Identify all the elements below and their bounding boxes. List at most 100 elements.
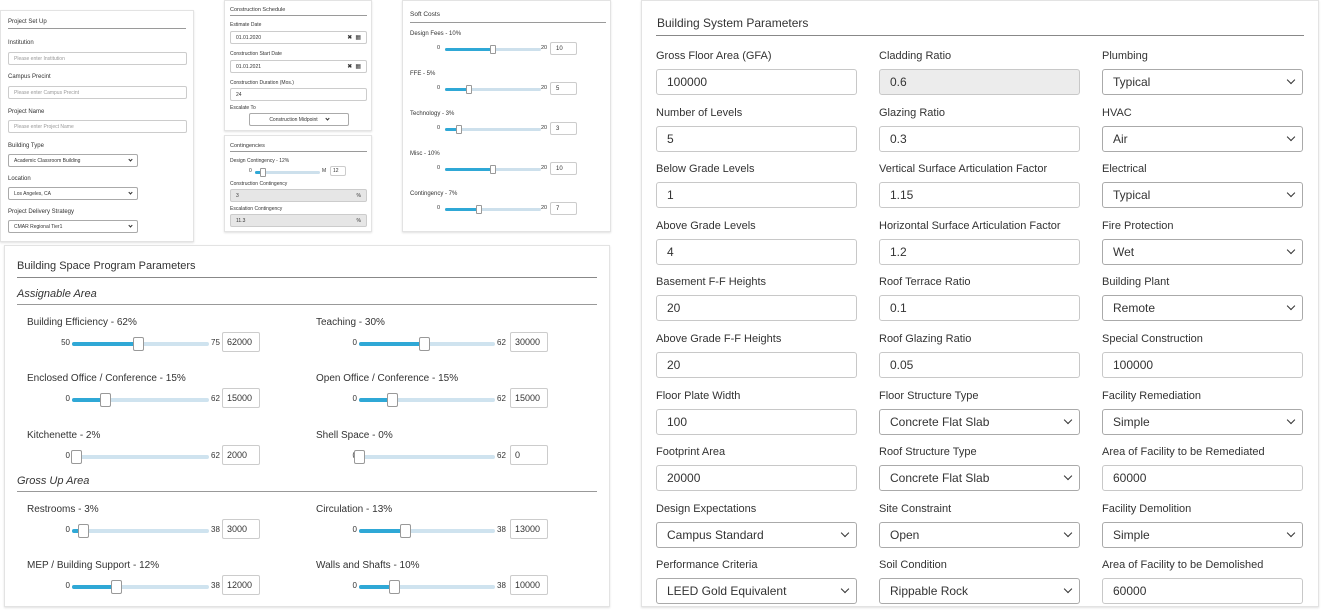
space-slider-input[interactable]: 15000 <box>222 388 260 408</box>
soft-cost-slider[interactable] <box>445 85 541 94</box>
space-slider-track[interactable] <box>359 524 495 538</box>
system-select[interactable]: Concrete Flat Slab <box>879 465 1080 492</box>
space-slider-max: 38 <box>211 581 220 590</box>
slider-thumb[interactable] <box>490 45 496 54</box>
slider-thumb[interactable] <box>386 393 398 407</box>
clear-icon[interactable]: ✖ <box>347 34 352 41</box>
system-select[interactable]: Wet <box>1102 238 1303 265</box>
system-input[interactable]: 1.15 <box>879 182 1080 209</box>
slider-thumb[interactable] <box>475 205 482 214</box>
institution-input[interactable] <box>8 52 187 65</box>
system-select[interactable]: Simple <box>1102 521 1303 548</box>
escalate-select[interactable]: Construction Midpoint <box>249 113 349 126</box>
system-input-value: 1.15 <box>890 188 914 203</box>
soft-cost-max: 20 <box>541 85 548 91</box>
escalation-contingency-field[interactable]: 11.3% <box>230 214 367 227</box>
duration-input[interactable]: 24 <box>230 88 367 101</box>
space-slider-track[interactable] <box>71 450 209 464</box>
system-select[interactable]: LEED Gold Equivalent <box>656 578 857 605</box>
soft-cost-input[interactable]: 5 <box>550 82 577 95</box>
system-input[interactable]: 20000 <box>656 465 857 492</box>
slider-thumb[interactable] <box>77 524 89 538</box>
space-slider-input[interactable]: 62000 <box>222 332 260 352</box>
system-input[interactable]: 100 <box>656 408 857 435</box>
calendar-icon[interactable]: ▦ <box>355 34 361 41</box>
space-slider-label: MEP / Building Support - 12% <box>27 560 160 571</box>
design-contingency-input[interactable]: 12 <box>330 166 346 176</box>
space-slider-track[interactable] <box>72 337 209 351</box>
system-select[interactable]: Open <box>879 521 1080 548</box>
slider-thumb[interactable] <box>456 125 463 134</box>
calendar-icon[interactable]: ▦ <box>355 63 361 70</box>
building-type-select[interactable]: Academic Classroom Building <box>8 154 138 167</box>
system-select[interactable]: Simple <box>1102 408 1303 435</box>
slider-thumb[interactable] <box>354 450 365 464</box>
system-input[interactable]: 60000 <box>1102 578 1303 605</box>
system-input[interactable]: 5 <box>656 125 857 152</box>
system-select[interactable]: Air <box>1102 125 1303 152</box>
slider-thumb[interactable] <box>99 393 111 407</box>
space-slider-input[interactable]: 12000 <box>222 575 260 595</box>
system-input[interactable]: 100000 <box>1102 352 1303 378</box>
system-readonly-field[interactable]: 0.6 <box>879 69 1080 95</box>
system-select[interactable]: Concrete Flat Slab <box>879 408 1080 435</box>
design-contingency-slider[interactable] <box>255 168 320 177</box>
soft-cost-slider[interactable] <box>445 125 541 134</box>
space-slider-input[interactable]: 15000 <box>510 388 548 408</box>
system-select[interactable]: Remote <box>1102 295 1303 322</box>
estimate-date-field[interactable]: 01.01.2020 ✖ ▦ <box>230 31 367 44</box>
space-slider-input[interactable]: 30000 <box>510 332 548 352</box>
system-input[interactable]: 20 <box>656 352 857 378</box>
slider-thumb[interactable] <box>490 165 496 174</box>
slider-thumb[interactable] <box>110 580 122 594</box>
slider-thumb[interactable] <box>389 580 401 594</box>
slider-thumb[interactable] <box>466 85 472 94</box>
system-input[interactable]: 1 <box>656 182 857 209</box>
system-input[interactable]: 100000 <box>656 69 857 95</box>
space-slider-track[interactable] <box>359 393 495 407</box>
slider-thumb[interactable] <box>132 337 144 351</box>
system-select[interactable]: Campus Standard <box>656 521 857 548</box>
slider-thumb[interactable] <box>400 524 412 538</box>
soft-cost-input[interactable]: 3 <box>550 122 577 135</box>
system-input[interactable]: 0.3 <box>879 125 1080 152</box>
system-field-label: Footprint Area <box>656 446 726 459</box>
system-select[interactable]: Typical <box>1102 69 1303 95</box>
soft-cost-label: Technology - 3% <box>410 111 455 117</box>
soft-cost-slider[interactable] <box>445 45 541 54</box>
system-input[interactable]: 0.1 <box>879 295 1080 322</box>
delivery-select[interactable]: CMAR Regional Tier1 <box>8 220 138 233</box>
campus-input[interactable] <box>8 86 187 99</box>
system-select[interactable]: Rippable Rock <box>879 578 1080 605</box>
space-slider-input[interactable]: 10000 <box>510 575 548 595</box>
slider-thumb[interactable] <box>419 337 431 351</box>
soft-cost-input[interactable]: 10 <box>550 42 577 55</box>
soft-cost-slider[interactable] <box>445 205 541 214</box>
project-name-input[interactable] <box>8 120 187 133</box>
space-slider-track[interactable] <box>354 450 495 464</box>
soft-cost-input[interactable]: 7 <box>550 202 577 215</box>
space-slider-input[interactable]: 0 <box>510 445 548 465</box>
space-slider-input[interactable]: 13000 <box>510 519 548 539</box>
soft-cost-input[interactable]: 10 <box>550 162 577 175</box>
system-input[interactable]: 0.05 <box>879 352 1080 378</box>
space-slider-track[interactable] <box>72 393 209 407</box>
space-slider-track[interactable] <box>72 524 209 538</box>
system-input[interactable]: 60000 <box>1102 465 1303 492</box>
system-input[interactable]: 20 <box>656 295 857 322</box>
location-select[interactable]: Los Angeles, CA <box>8 187 138 200</box>
space-slider-track[interactable] <box>72 580 209 594</box>
start-date-field[interactable]: 01.01.2021 ✖ ▦ <box>230 60 367 73</box>
system-select[interactable]: Typical <box>1102 182 1303 209</box>
system-input[interactable]: 1.2 <box>879 238 1080 265</box>
space-slider-track[interactable] <box>359 337 495 351</box>
space-slider-track[interactable] <box>359 580 495 594</box>
slider-thumb[interactable] <box>259 168 266 177</box>
space-slider-input[interactable]: 3000 <box>222 519 260 539</box>
clear-icon[interactable]: ✖ <box>347 63 352 70</box>
construction-contingency-field[interactable]: 3% <box>230 189 367 202</box>
system-input[interactable]: 4 <box>656 238 857 265</box>
space-slider-input[interactable]: 2000 <box>222 445 260 465</box>
slider-thumb[interactable] <box>71 450 83 464</box>
soft-cost-slider[interactable] <box>445 165 541 174</box>
